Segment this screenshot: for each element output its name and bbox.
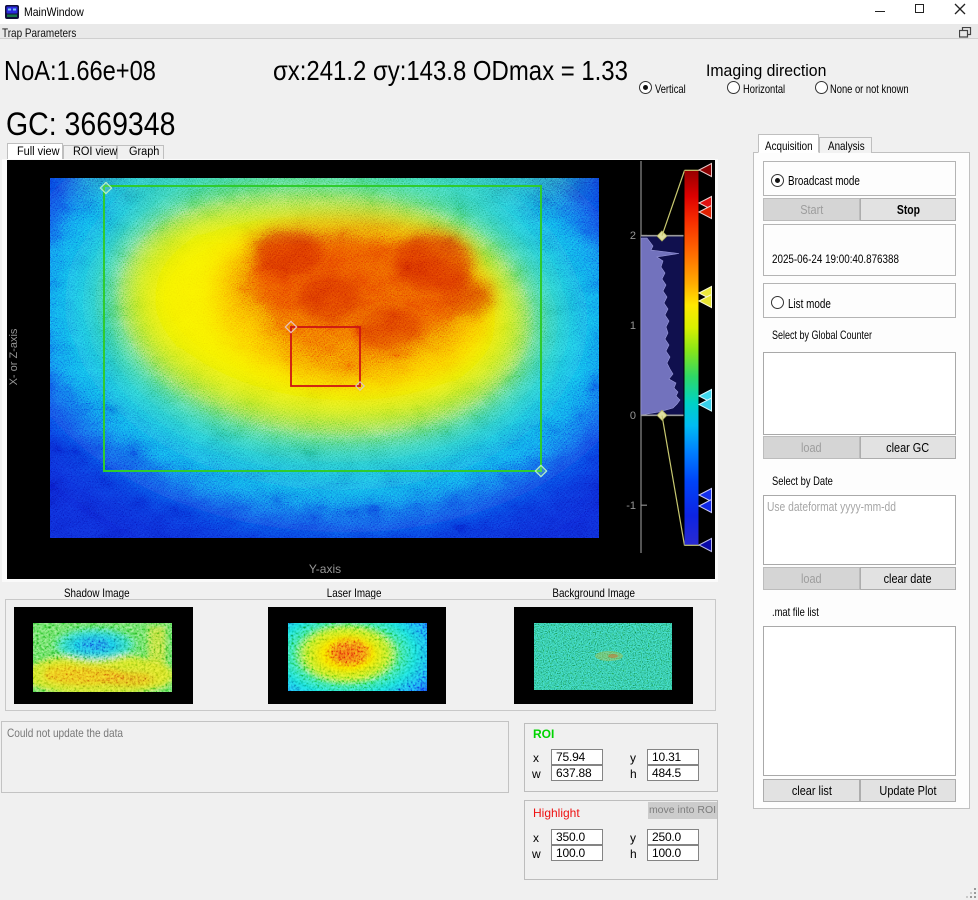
svg-text:Y-axis: Y-axis xyxy=(309,562,341,576)
svg-text:0: 0 xyxy=(630,410,636,422)
svg-text:X- or Z-axis: X- or Z-axis xyxy=(8,328,20,385)
svg-text:1: 1 xyxy=(630,320,636,332)
svg-text:2: 2 xyxy=(630,230,636,242)
svg-text:-1: -1 xyxy=(626,500,636,512)
